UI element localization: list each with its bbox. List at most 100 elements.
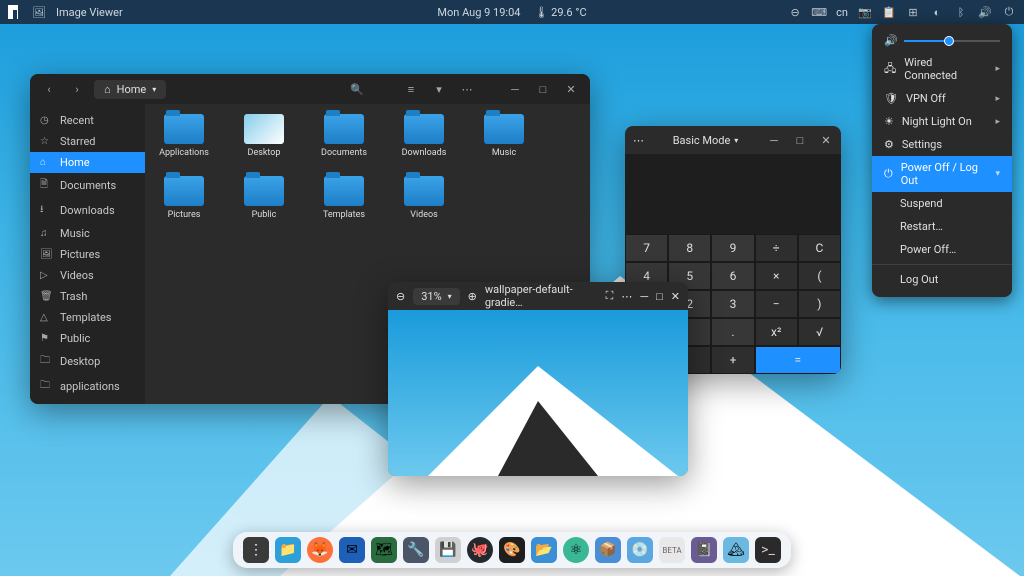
sidebar-item-applications[interactable]: 🗀applications bbox=[30, 374, 145, 399]
minimize-button[interactable]: ─ bbox=[640, 290, 648, 303]
dock-tweaks[interactable]: 🔧 bbox=[403, 537, 429, 563]
folder-music[interactable]: Music bbox=[479, 114, 529, 158]
hamburger-menu-button[interactable]: ⋯ bbox=[456, 78, 478, 100]
calc-key-×[interactable]: × bbox=[755, 262, 798, 290]
volume-icon[interactable]: 🔊 bbox=[978, 5, 992, 19]
bluetooth-icon[interactable]: ᛒ bbox=[954, 5, 968, 19]
folder-public[interactable]: Public bbox=[239, 176, 289, 220]
volume-slider[interactable]: 🔊 bbox=[872, 30, 1012, 51]
sidebar-item-pictures[interactable]: 🖼Pictures bbox=[30, 244, 145, 265]
minimize-button[interactable]: ─ bbox=[504, 78, 526, 100]
clipboard-icon[interactable]: 📋 bbox=[882, 5, 896, 19]
dock-app2[interactable]: 💿 bbox=[627, 537, 653, 563]
folder-downloads[interactable]: Downloads bbox=[399, 114, 449, 158]
wifi-icon[interactable]: ◐ bbox=[930, 5, 944, 19]
zoom-out-button[interactable]: ⊖ bbox=[396, 290, 405, 303]
folder-desktop[interactable]: Desktop bbox=[239, 114, 289, 158]
sidebar-item-public[interactable]: ⚑Public bbox=[30, 328, 145, 349]
view-dropdown-button[interactable]: ▾ bbox=[428, 78, 450, 100]
dock-maps[interactable]: 🗺 bbox=[371, 537, 397, 563]
calc-key-3[interactable]: 3 bbox=[711, 290, 754, 318]
sidebar-item-music[interactable]: ♫Music bbox=[30, 223, 145, 244]
menu-wired[interactable]: 🖧Wired Connected▸ bbox=[872, 51, 1012, 87]
calc-key-6[interactable]: 6 bbox=[711, 262, 754, 290]
dock-files[interactable]: 📁 bbox=[275, 537, 301, 563]
grid-icon[interactable]: ⊞ bbox=[906, 5, 920, 19]
calc-key-8[interactable]: 8 bbox=[668, 234, 711, 262]
dock-onenote[interactable]: 📓 bbox=[691, 537, 717, 563]
nav-forward-button[interactable]: › bbox=[66, 78, 88, 100]
close-button[interactable]: ✕ bbox=[560, 78, 582, 100]
dock-github[interactable]: 🐙 bbox=[467, 537, 493, 563]
folder-documents[interactable]: Documents bbox=[319, 114, 369, 158]
close-button[interactable]: ✕ bbox=[819, 133, 833, 147]
calc-key-([interactable]: ( bbox=[798, 262, 841, 290]
calc-key-x²[interactable]: x² bbox=[755, 318, 798, 346]
dock-terminal[interactable]: >_ bbox=[755, 537, 781, 563]
calc-key-=[interactable]: = bbox=[755, 346, 841, 374]
sidebar-item-templates[interactable]: △Templates bbox=[30, 307, 145, 328]
dnd-icon[interactable]: ⊖ bbox=[788, 5, 802, 19]
sidebar-item-recent[interactable]: ◷Recent bbox=[30, 110, 145, 131]
calc-key-√[interactable]: √ bbox=[798, 318, 841, 346]
more-button[interactable]: ⋯ bbox=[621, 290, 632, 303]
dock-app1[interactable]: 📦 bbox=[595, 537, 621, 563]
dock-photos[interactable]: 🏔 bbox=[723, 537, 749, 563]
sidebar-item-themes[interactable]: 🗀.themes bbox=[30, 399, 145, 404]
calc-key-C[interactable]: C bbox=[798, 234, 841, 262]
maximize-button[interactable]: □ bbox=[793, 133, 807, 147]
folder-videos[interactable]: Videos bbox=[399, 176, 449, 220]
sidebar-item-desktop[interactable]: 🗀Desktop bbox=[30, 349, 145, 374]
menu-suspend[interactable]: Suspend bbox=[872, 192, 1012, 215]
power-icon[interactable]: ⏻ bbox=[1002, 5, 1016, 19]
zoom-in-button[interactable]: ⊕ bbox=[468, 290, 477, 303]
distro-logo-icon[interactable] bbox=[8, 5, 22, 19]
nav-back-button[interactable]: ‹ bbox=[38, 78, 60, 100]
dock-firefox[interactable]: 🦊 bbox=[307, 537, 333, 563]
view-list-button[interactable]: ≡ bbox=[400, 78, 422, 100]
zoom-level[interactable]: 31% ▾ bbox=[413, 288, 459, 305]
sidebar-item-videos[interactable]: ▷Videos bbox=[30, 265, 145, 286]
menu-power-logout[interactable]: ⏻Power Off / Log Out▾ bbox=[872, 156, 1012, 192]
sidebar-item-trash[interactable]: 🗑Trash bbox=[30, 286, 145, 307]
dock-atom[interactable]: ⚛ bbox=[563, 537, 589, 563]
calc-key-)[interactable]: ) bbox=[798, 290, 841, 318]
calc-key-÷[interactable]: ÷ bbox=[755, 234, 798, 262]
calc-key-7[interactable]: 7 bbox=[625, 234, 668, 262]
calc-key-+[interactable]: + bbox=[711, 346, 754, 374]
dock-apps-button[interactable]: ⋮⋮⋮ bbox=[243, 537, 269, 563]
dock-folder[interactable]: 📂 bbox=[531, 537, 557, 563]
sidebar-item-home[interactable]: ⌂Home bbox=[30, 152, 145, 173]
search-button[interactable]: 🔍 bbox=[346, 78, 368, 100]
camera-icon[interactable]: 📷 bbox=[858, 5, 872, 19]
menu-settings[interactable]: ⚙Settings bbox=[872, 133, 1012, 156]
input-lang[interactable]: cn bbox=[836, 6, 848, 19]
menu-nightlight[interactable]: ☀Night Light On▸ bbox=[872, 110, 1012, 133]
clock-datetime[interactable]: Mon Aug 9 19:04 bbox=[437, 6, 520, 19]
calc-key-.[interactable]: . bbox=[711, 318, 754, 346]
weather-temp[interactable]: 🌡 29.6 °C bbox=[534, 6, 586, 19]
dock-mail[interactable]: ✉ bbox=[339, 537, 365, 563]
fullscreen-button[interactable]: ⛶ bbox=[606, 289, 614, 303]
dock-usb[interactable]: 💾 bbox=[435, 537, 461, 563]
close-button[interactable]: ✕ bbox=[671, 290, 680, 303]
sidebar-item-downloads[interactable]: ⭳Downloads bbox=[30, 198, 145, 223]
calc-menu-icon[interactable]: ⋯ bbox=[633, 134, 644, 147]
menu-restart[interactable]: Restart… bbox=[872, 215, 1012, 238]
dock-figma[interactable]: 🎨 bbox=[499, 537, 525, 563]
calc-mode-label[interactable]: Basic Mode bbox=[673, 134, 731, 147]
folder-pictures[interactable]: Pictures bbox=[159, 176, 209, 220]
sidebar-item-documents[interactable]: 🗎Documents bbox=[30, 173, 145, 198]
dock-beta[interactable]: BETA bbox=[659, 537, 685, 563]
keyboard-icon[interactable]: ⌨ bbox=[812, 5, 826, 19]
folder-templates[interactable]: Templates bbox=[319, 176, 369, 220]
minimize-button[interactable]: ─ bbox=[767, 133, 781, 147]
menu-vpn[interactable]: 🛡VPN Off▸ bbox=[872, 87, 1012, 110]
menu-poweroff[interactable]: Power Off… bbox=[872, 238, 1012, 261]
calc-key-9[interactable]: 9 bbox=[711, 234, 754, 262]
calc-key-−[interactable]: − bbox=[755, 290, 798, 318]
sidebar-item-starred[interactable]: ☆Starred bbox=[30, 131, 145, 152]
maximize-button[interactable]: □ bbox=[532, 78, 554, 100]
maximize-button[interactable]: □ bbox=[656, 290, 663, 303]
path-bar[interactable]: ⌂Home▾ bbox=[94, 80, 166, 99]
